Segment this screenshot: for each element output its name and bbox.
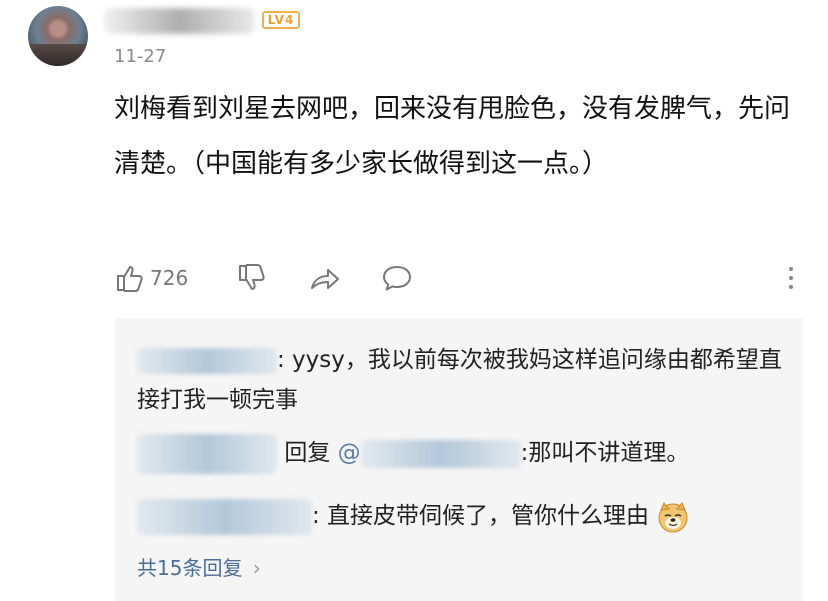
reply-item[interactable]: : yysy，我以前每次被我妈这样追问缘由都希望直接打我一顿完事 — [137, 340, 787, 420]
mention-at[interactable]: @ — [338, 440, 361, 466]
share-icon — [311, 269, 339, 289]
reply-item[interactable]: 回复 @ :那叫不讲道理。 — [137, 433, 787, 474]
chevron-right-icon: › — [252, 556, 261, 580]
share-button[interactable] — [308, 258, 342, 298]
reply-box: : yysy，我以前每次被我妈这样追问缘由都希望直接打我一顿完事 回复 @ :那叫… — [115, 318, 803, 601]
reply-username-blurred[interactable] — [137, 347, 277, 374]
like-icon — [117, 266, 143, 292]
user-avatar[interactable] — [28, 6, 88, 66]
more-replies-link[interactable]: 共15条回复 › — [137, 552, 261, 581]
comment-text: 刘梅看到刘星去网吧，回来没有甩脸色，没有发脾气，先问清楚。（中国能有多少家长做得… — [114, 94, 791, 179]
like-count: 726 — [150, 266, 189, 290]
comment-date: 11-27 — [114, 46, 167, 67]
like-button[interactable]: 726 — [114, 258, 188, 298]
doge-emoji-icon — [658, 501, 688, 532]
comment-button[interactable] — [380, 258, 414, 298]
mention-username-blurred[interactable] — [360, 439, 521, 468]
more-replies-label: 共15条回复 — [137, 556, 243, 580]
dislike-button[interactable] — [236, 258, 268, 298]
reply-item[interactable]: : 直接皮带伺候了，管你什么理由 — [137, 496, 787, 536]
reply-label: 回复 — [284, 440, 331, 466]
comment-actions: 726 — [114, 258, 804, 298]
reply-username-blurred[interactable] — [137, 498, 312, 535]
comment-icon — [383, 266, 411, 291]
reply-text: :那叫不讲道理。 — [520, 440, 690, 466]
more-icon[interactable] — [782, 263, 800, 293]
level-badge: LV4 — [262, 11, 300, 29]
reply-text: : 直接皮带伺候了，管你什么理由 — [312, 503, 650, 529]
username-blurred[interactable] — [104, 8, 254, 34]
reply-username-blurred[interactable] — [137, 433, 277, 474]
dislike-icon — [239, 264, 265, 290]
